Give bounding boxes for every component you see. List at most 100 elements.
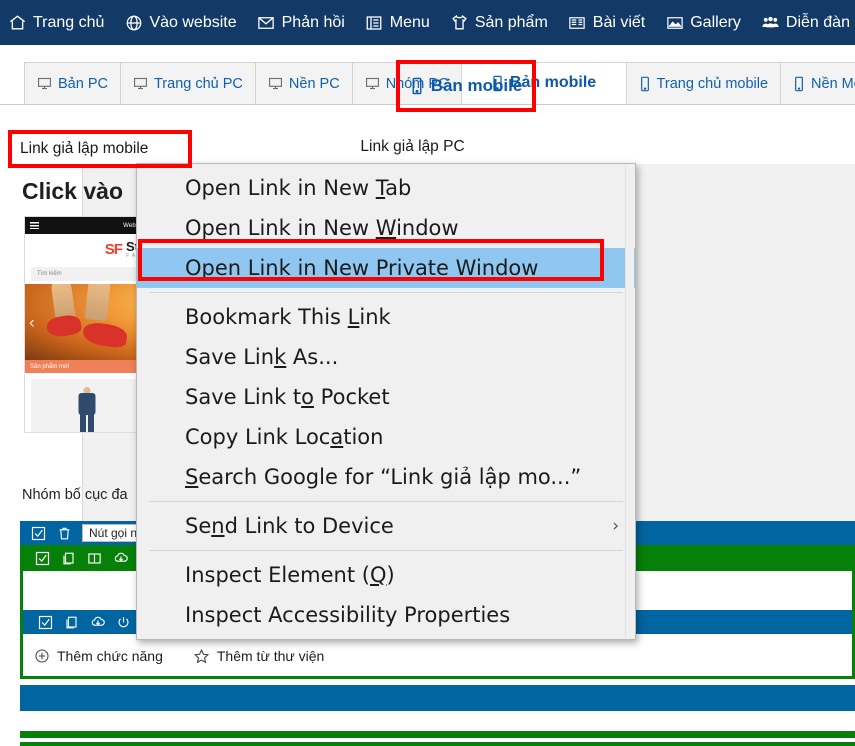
menu-item-inspect-element[interactable]: Inspect Element (Q) xyxy=(137,555,635,595)
nav-item-bai-viet[interactable]: Bài viết xyxy=(568,13,645,32)
tshirt-icon xyxy=(450,13,469,32)
hamburger-icon xyxy=(30,222,39,229)
preview-product-image xyxy=(31,379,142,432)
nav-label: Diễn đàn xyxy=(785,13,850,31)
builder-add-row: Thêm chức năng Thêm từ thư viện xyxy=(23,644,852,668)
monitor-icon xyxy=(268,76,283,91)
tab-nen-mobile[interactable]: Nền Mobile xyxy=(781,62,855,104)
page-title: Click vào xyxy=(22,178,123,204)
preview-product-card[interactable]: Basic Suit xyxy=(31,379,142,432)
context-menu-scrollbar[interactable] xyxy=(625,165,634,638)
nav-item-vao-website[interactable]: Vào website xyxy=(124,13,237,32)
menu-item-label: Inspect Element (Q) xyxy=(185,563,395,587)
globe-icon xyxy=(124,13,143,32)
checkbox-icon[interactable] xyxy=(34,550,51,567)
menu-item-label: Open Link in New Private Window xyxy=(185,256,539,280)
star-icon xyxy=(193,648,210,665)
menu-separator xyxy=(149,292,623,293)
nav-label: Phản hồi xyxy=(281,13,345,31)
nav-item-san-pham[interactable]: Sản phẩm xyxy=(450,13,548,32)
preview-carousel-prev-icon[interactable]: ‹ xyxy=(29,314,35,331)
menu-item-copy-link-location[interactable]: Copy Link Location xyxy=(137,417,635,457)
top-navigation-bar: Trang chủ Vào website Phản hồi Menu Sản … xyxy=(0,0,855,45)
menu-separator xyxy=(149,550,623,551)
nav-item-gallery[interactable]: Gallery xyxy=(665,13,741,32)
article-icon xyxy=(568,13,587,32)
chevron-right-icon: › xyxy=(612,516,619,536)
nav-label: Vào website xyxy=(149,13,237,31)
subtab-label: Link giả lập mobile xyxy=(20,140,149,157)
tab-label: Nền PC xyxy=(288,75,340,92)
phone-icon xyxy=(793,76,805,92)
phone-icon xyxy=(639,76,651,92)
nav-item-trang-chu[interactable]: Trang chủ xyxy=(8,13,104,32)
add-function-label: Thêm chức năng xyxy=(57,648,163,664)
cloud-download-icon[interactable] xyxy=(112,550,129,567)
envelope-icon xyxy=(257,13,276,32)
copy-icon[interactable] xyxy=(60,550,77,567)
menu-item-label: Save Link to Pocket xyxy=(185,385,390,409)
tab-label: Bản mobile xyxy=(430,76,523,95)
tab-nen-pc[interactable]: Nền PC xyxy=(255,62,353,104)
add-library-button[interactable]: Thêm từ thư viện xyxy=(193,648,324,665)
menu-item-label: Send Link to Device xyxy=(185,514,394,538)
checkbox-icon[interactable] xyxy=(30,525,47,542)
image-icon xyxy=(665,13,684,32)
list-icon xyxy=(365,13,384,32)
storeflex-mark-icon: SF xyxy=(104,240,123,258)
menu-item-save-link-as[interactable]: Save Link As... xyxy=(137,337,635,377)
home-icon xyxy=(8,13,27,32)
subtab-link-gia-lap-pc[interactable]: Link giả lập PC xyxy=(348,134,476,160)
nav-label: Trang chủ xyxy=(33,13,105,31)
menu-separator xyxy=(149,501,623,502)
menu-item-label: Open Link in New Window xyxy=(185,216,459,240)
monitor-icon xyxy=(133,76,148,91)
nav-label: Sản phẩm xyxy=(474,13,548,31)
menu-item-search-google-for[interactable]: Search Google for “Link giả lập mo...” xyxy=(137,457,635,497)
nav-item-phan-hoi[interactable]: Phản hồi xyxy=(257,13,345,32)
nav-item-dien-dan[interactable]: Diễn đàn xyxy=(761,13,850,32)
nav-label: Gallery xyxy=(690,13,741,31)
menu-item-inspect-accessibility-properties[interactable]: Inspect Accessibility Properties xyxy=(137,595,635,635)
builder-tail-bar-blue xyxy=(20,685,855,711)
menu-item-save-link-to-pocket[interactable]: Save Link to Pocket xyxy=(137,377,635,417)
copy-icon[interactable] xyxy=(63,614,80,631)
plus-circle-icon xyxy=(33,648,50,665)
phone-icon xyxy=(410,77,424,95)
preview-search-placeholder: Tìm kiếm xyxy=(37,271,62,277)
menu-item-label: Save Link As... xyxy=(185,345,339,369)
menu-item-open-link-in-new-private-window[interactable]: Open Link in New Private Window xyxy=(137,248,635,288)
tab-label: Bản PC xyxy=(58,75,108,92)
menu-item-open-link-in-new-window[interactable]: Open Link in New Window xyxy=(137,208,635,248)
users-icon xyxy=(761,13,780,32)
subtab-label: Link giả lập PC xyxy=(360,138,465,155)
trash-icon[interactable] xyxy=(56,525,73,542)
menu-item-open-link-in-new-tab[interactable]: Open Link in New Tab xyxy=(137,168,635,208)
tab-trang-chu-pc[interactable]: Trang chủ PC xyxy=(120,62,256,104)
nav-label: Bài viết xyxy=(592,13,646,31)
cloud-download-icon[interactable] xyxy=(89,614,106,631)
checkbox-icon[interactable] xyxy=(37,614,54,631)
builder-tail-bar-green-1 xyxy=(20,731,855,738)
nav-label: Menu xyxy=(389,13,430,31)
menu-item-label: Copy Link Location xyxy=(185,425,384,449)
menu-item-label: Bookmark This Link xyxy=(185,305,391,329)
menu-item-send-link-to-device[interactable]: Send Link to Device › xyxy=(137,506,635,546)
tab-label: Trang chủ mobile xyxy=(656,75,769,92)
group-layout-label: Nhóm bố cục đa xyxy=(22,487,128,503)
tab-ban-pc[interactable]: Bản PC xyxy=(24,62,121,104)
builder-tail-bar-green-2 xyxy=(20,742,855,746)
browser-context-menu: Open Link in New Tab Open Link in New Wi… xyxy=(136,163,636,640)
monitor-icon xyxy=(37,76,52,91)
menu-item-label: Search Google for “Link giả lập mo...” xyxy=(185,465,582,489)
menu-item-label: Inspect Accessibility Properties xyxy=(185,603,511,627)
add-library-label: Thêm từ thư viện xyxy=(216,648,325,664)
monitor-icon xyxy=(365,76,380,91)
tab-trang-chu-mobile[interactable]: Trang chủ mobile xyxy=(626,62,782,104)
columns-icon[interactable] xyxy=(86,550,103,567)
menu-item-bookmark-this-link[interactable]: Bookmark This Link xyxy=(137,297,635,337)
add-function-button[interactable]: Thêm chức năng xyxy=(33,648,163,665)
tab-ban-mobile-emphasis[interactable]: Bản mobile xyxy=(396,60,536,112)
power-icon[interactable] xyxy=(115,614,132,631)
nav-item-menu[interactable]: Menu xyxy=(365,13,430,32)
